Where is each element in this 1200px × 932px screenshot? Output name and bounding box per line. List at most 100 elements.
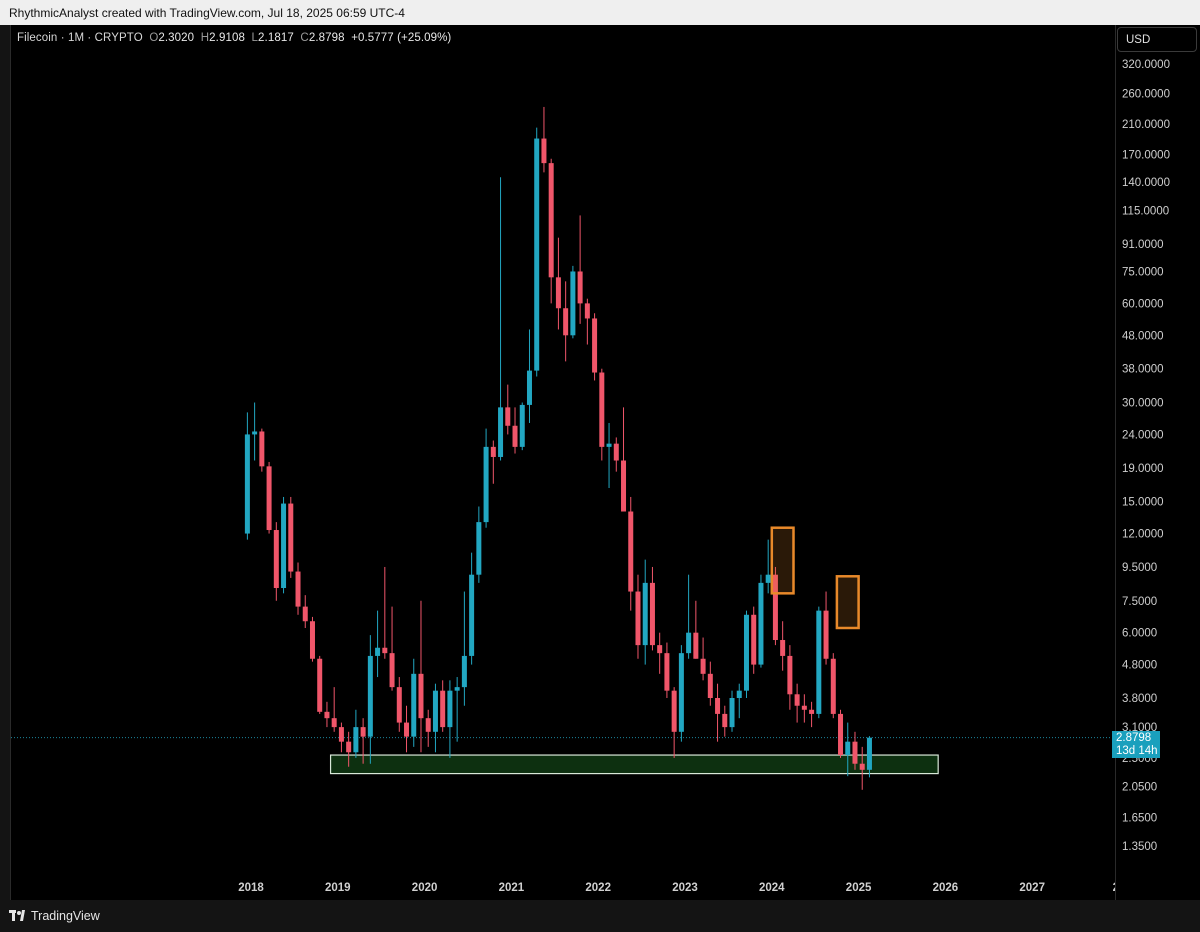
candle[interactable]	[526, 329, 532, 423]
candle[interactable]	[534, 127, 540, 377]
candle[interactable]	[461, 591, 467, 706]
candle[interactable]	[780, 621, 786, 671]
candle[interactable]	[584, 298, 590, 345]
candle[interactable]	[375, 610, 381, 678]
candle[interactable]	[425, 709, 431, 747]
candle[interactable]	[765, 539, 771, 594]
candle[interactable]	[418, 600, 424, 753]
y-tick-label: 4.8000	[1122, 660, 1157, 672]
candle[interactable]	[751, 606, 757, 674]
candle[interactable]	[736, 683, 742, 719]
candle[interactable]	[541, 106, 547, 173]
candle[interactable]	[642, 559, 648, 665]
candle[interactable]	[490, 440, 496, 484]
candle[interactable]	[302, 595, 308, 628]
highlight-box[interactable]	[770, 526, 795, 595]
candle[interactable]	[331, 687, 337, 732]
candle[interactable]	[432, 683, 438, 753]
candle[interactable]	[454, 677, 460, 742]
y-tick-label: 2.0500	[1122, 781, 1157, 793]
candlestick-chart[interactable]: 2018 2019 2020 2021 2022 2023 2024 2025 2026 2027…	[11, 25, 1116, 900]
candle[interactable]	[758, 574, 764, 668]
candle[interactable]	[411, 658, 417, 747]
candle[interactable]	[657, 632, 663, 674]
candle[interactable]	[621, 407, 627, 512]
candle[interactable]	[295, 562, 301, 615]
candle[interactable]	[367, 635, 373, 764]
candle[interactable]	[273, 522, 279, 601]
candle[interactable]	[664, 642, 670, 699]
candle[interactable]	[498, 177, 504, 461]
chart-pane[interactable]: 2018 2019 2020 2021 2022 2023 2024 2025 2026 2027…	[10, 25, 1116, 900]
candle[interactable]	[613, 437, 619, 472]
candle[interactable]	[729, 690, 735, 732]
candle[interactable]	[324, 701, 330, 728]
candle[interactable]	[483, 428, 489, 528]
candle[interactable]	[700, 637, 706, 681]
candle[interactable]	[838, 709, 844, 758]
candle[interactable]	[649, 566, 655, 651]
candle[interactable]	[288, 496, 294, 578]
candle[interactable]	[548, 158, 554, 304]
candle[interactable]	[823, 591, 829, 665]
candle[interactable]	[309, 616, 315, 662]
y-tick-label: 320.0000	[1122, 59, 1170, 71]
candle[interactable]	[404, 705, 410, 753]
candle[interactable]	[563, 281, 569, 362]
candle[interactable]	[686, 574, 692, 659]
candle[interactable]	[859, 746, 865, 790]
x-tick-label: 2018	[238, 882, 264, 894]
price-axis[interactable]: USD 320.0000 260.0000 210.0000 170.0000 140.…	[1115, 25, 1200, 900]
support-zone[interactable]	[329, 754, 939, 775]
high-value: 2.9108	[209, 32, 245, 44]
candle[interactable]	[440, 680, 446, 732]
highlight-box[interactable]	[835, 575, 860, 630]
candle[interactable]	[555, 237, 561, 330]
candle[interactable]	[809, 701, 815, 728]
y-tick-label: 30.0000	[1122, 398, 1164, 410]
candle[interactable]	[519, 402, 525, 451]
candle[interactable]	[259, 428, 265, 472]
candle[interactable]	[382, 566, 388, 659]
candle[interactable]	[252, 402, 258, 461]
candle[interactable]	[266, 461, 272, 534]
candle[interactable]	[707, 661, 713, 706]
candle[interactable]	[635, 574, 641, 659]
candle[interactable]	[476, 506, 482, 583]
candle[interactable]	[628, 496, 634, 611]
symbol-legend: Filecoin · 1M · CRYPTO O2.3020 H2.9108 L…	[17, 32, 451, 44]
candle[interactable]	[396, 677, 402, 732]
candle[interactable]	[244, 412, 250, 540]
candle[interactable]	[577, 215, 583, 324]
candle[interactable]	[671, 687, 677, 758]
y-tick-label: 6.0000	[1122, 628, 1157, 640]
tradingview-logo[interactable]: TradingView	[9, 909, 100, 923]
y-tick-label: 24.0000	[1122, 429, 1164, 441]
candle[interactable]	[693, 600, 699, 659]
y-tick-label: 9.5000	[1122, 562, 1157, 574]
candle[interactable]	[389, 606, 395, 691]
candle[interactable]	[570, 265, 576, 339]
candle[interactable]	[317, 655, 323, 714]
candle[interactable]	[599, 368, 605, 461]
candle[interactable]	[469, 552, 475, 665]
candle[interactable]	[715, 683, 721, 742]
tradingview-logo-icon	[9, 910, 27, 922]
candle[interactable]	[794, 683, 800, 723]
candle[interactable]	[281, 496, 287, 594]
candle[interactable]	[447, 680, 453, 758]
symbol-label: Filecoin · 1M · CRYPTO	[17, 32, 143, 44]
candle[interactable]	[722, 705, 728, 737]
candle[interactable]	[592, 313, 598, 381]
candle[interactable]	[816, 606, 822, 719]
candle[interactable]	[606, 422, 612, 489]
candle[interactable]	[678, 645, 684, 742]
candle[interactable]	[512, 407, 518, 454]
candle[interactable]	[338, 722, 344, 753]
candle[interactable]	[505, 384, 511, 435]
candle[interactable]	[787, 645, 793, 710]
candle[interactable]	[353, 709, 359, 758]
candle[interactable]	[743, 610, 749, 699]
candle[interactable]	[801, 694, 807, 723]
candle[interactable]	[830, 653, 836, 719]
